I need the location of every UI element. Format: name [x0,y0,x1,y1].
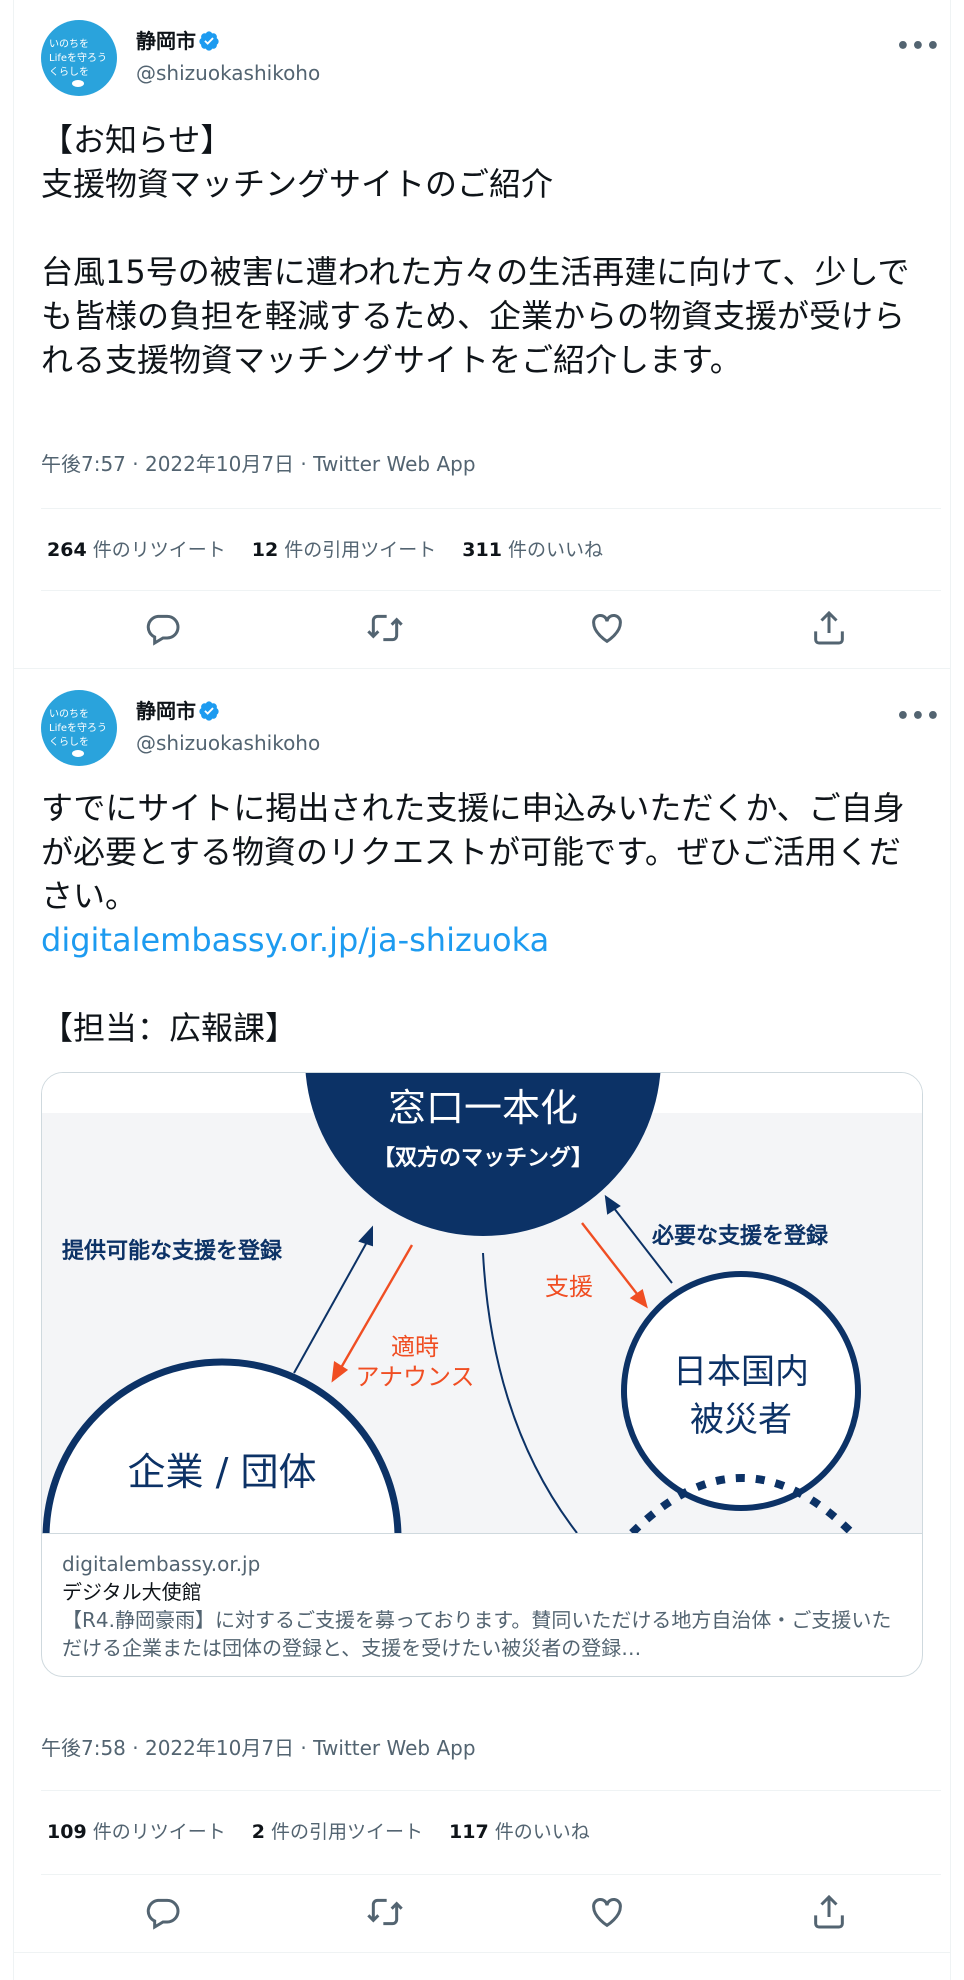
center-circle-title: 窓口一本化 [388,1086,578,1130]
tweet-text-part: 【担当：広報課】 [41,1009,298,1047]
divider [41,1874,941,1875]
tweet-header: いのちを Lifeを守ろう くらしを 静岡市 @shizuokashikoho … [41,690,941,766]
tweet-actions [41,1892,941,1932]
like-icon[interactable] [587,608,627,648]
reply-icon[interactable] [143,1892,183,1932]
avatar-logo [72,80,84,87]
divider [41,1790,941,1791]
announce-label-2: アナウンス [355,1363,474,1391]
link-card-domain: digitalembassy.or.jp [62,1552,261,1576]
reply-icon[interactable] [143,608,183,648]
right-circle-label-1: 日本国内 [673,1352,809,1392]
link-card-caption: digitalembassy.or.jp デジタル大使館 【R4.静岡豪雨】に対… [42,1534,922,1676]
retweet-icon[interactable] [365,1892,405,1932]
tweet-text: すでにサイトに掲出された支援に申込みいただくか、ご自身が必要とする物資のリクエス… [41,786,921,1050]
verified-badge-icon [199,701,219,721]
link-card-image[interactable]: 窓口一本化 【双方のマッチング】 企業 / 団体 日本国内 被災者 提供可能な支… [42,1073,922,1534]
avatar-text: くらしを [49,67,89,78]
verified-badge-icon [199,31,219,51]
tweet-timestamp[interactable]: 午後7:57 · 2022年10月7日 · Twitter Web App [41,450,476,478]
tweet-separator [14,1952,950,1953]
avatar[interactable]: いのちを Lifeを守ろう くらしを [41,20,117,96]
tweet-link[interactable]: digitalembassy.or.jp/ja-shizuoka [41,921,549,959]
avatar-text: くらしを [49,737,89,748]
tweet-actions [41,608,941,648]
more-icon[interactable]: ••• [896,34,941,59]
divider [41,590,941,591]
right-arrow-label: 必要な支援を登録 [652,1223,829,1249]
tweet-timestamp[interactable]: 午後7:58 · 2022年10月7日 · Twitter Web App [41,1734,476,1762]
like-count-link[interactable]: 117 件のいいね [449,1821,590,1843]
avatar-text: いのちを [49,39,89,50]
retweet-icon[interactable] [365,608,405,648]
link-card-title: デジタル大使館 [62,1580,202,1604]
tweet-text: 【お知らせ】 支援物資マッチングサイトのご紹介 台風15号の被害に遭われた方々の… [41,121,910,379]
link-card-description: 【R4.静岡豪雨】に対するご支援を募っております。賛同いただける地方自治体・ご支… [62,1608,892,1660]
support-label: 支援 [545,1273,593,1301]
more-icon[interactable]: ••• [896,704,941,729]
announce-label-1: 適時 [391,1333,439,1361]
author-handle[interactable]: @shizuokashikoho [136,60,320,86]
retweet-count-link[interactable]: 109 件のリツイート [47,1821,226,1843]
tweet-stats: 264 件のリツイート 12 件の引用ツイート 311 件のいいね [47,536,603,564]
author-name[interactable]: 静岡市 [136,698,196,724]
divider [41,508,941,509]
author-handle[interactable]: @shizuokashikoho [136,730,320,756]
like-count-link[interactable]: 311 件のいいね [462,539,603,561]
avatar-text: Lifeを守ろう [49,723,108,734]
matching-diagram: 窓口一本化 【双方のマッチング】 企業 / 団体 日本国内 被災者 提供可能な支… [42,1073,922,1533]
share-icon[interactable] [809,1892,849,1932]
like-icon[interactable] [587,1892,627,1932]
tweet-separator [14,668,950,669]
author-name[interactable]: 静岡市 [136,28,196,54]
left-arrow-label: 提供可能な支援を登録 [62,1238,283,1264]
avatar-text: Lifeを守ろう [49,53,108,64]
avatar[interactable]: いのちを Lifeを守ろう くらしを [41,690,117,766]
tweet-header: いのちを Lifeを守ろう くらしを 静岡市 @shizuokashikoho … [41,20,941,96]
share-icon[interactable] [809,608,849,648]
avatar-logo [72,750,84,757]
tweet-text-part: すでにサイトに掲出された支援に申込みいただくか、ご自身が必要とする物資のリクエス… [41,789,905,915]
avatar-text: いのちを [49,709,89,720]
quote-count-link[interactable]: 12 件の引用ツイート [252,539,437,561]
tweet-stats: 109 件のリツイート 2 件の引用ツイート 117 件のいいね [47,1818,590,1846]
right-circle-label-2: 被災者 [690,1400,792,1440]
retweet-count-link[interactable]: 264 件のリツイート [47,539,226,561]
quote-count-link[interactable]: 2 件の引用ツイート [252,1821,423,1843]
link-card[interactable]: 窓口一本化 【双方のマッチング】 企業 / 団体 日本国内 被災者 提供可能な支… [41,1072,923,1677]
left-circle-label: 企業 / 団体 [128,1450,317,1494]
center-circle-sub: 【双方のマッチング】 [373,1145,593,1171]
